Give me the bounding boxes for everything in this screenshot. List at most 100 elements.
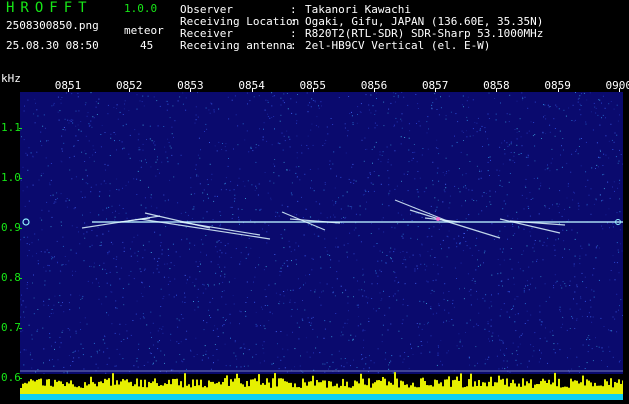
noise-level-bar [362, 379, 364, 394]
noise-level-bar [38, 379, 40, 394]
noise-level-bar [392, 385, 394, 394]
background-noise [20, 92, 623, 374]
noise-level-bar [414, 387, 416, 394]
noise-level-bar [74, 387, 76, 394]
noise-level-bar [258, 374, 260, 394]
noise-level-bar [370, 388, 372, 394]
noise-level-bar [202, 387, 204, 394]
frequency-tick-mark [19, 328, 22, 329]
noise-level-bar [120, 381, 122, 394]
noise-level-bar [224, 378, 226, 394]
noise-level-bar [144, 380, 146, 394]
noise-level-bar [182, 387, 184, 394]
noise-level-bar [510, 383, 512, 394]
noise-level-bar [302, 379, 304, 394]
info-label: Receiving antenna [180, 40, 293, 52]
noise-level-bar [178, 385, 180, 394]
noise-level-bar [176, 379, 178, 394]
meteor-echo [500, 219, 560, 233]
noise-level-bar [558, 379, 560, 394]
noise-level-bar [536, 384, 538, 394]
noise-level-bar [274, 373, 276, 394]
noise-level-bar [322, 380, 324, 394]
noise-level-bar [412, 383, 414, 394]
noise-level-bar [452, 380, 454, 394]
noise-level-bar [192, 379, 194, 394]
noise-level-bar [32, 380, 34, 394]
noise-level-bar [40, 379, 42, 394]
noise-level-bar [100, 381, 102, 394]
noise-level-bar [66, 382, 68, 394]
noise-level-bar [492, 386, 494, 394]
noise-level-bar [450, 387, 452, 394]
noise-level-bar [398, 387, 400, 394]
app-title: HROFFT [6, 0, 93, 16]
noise-level-bar [42, 385, 44, 394]
noise-level-bar [62, 384, 64, 394]
noise-level-bar [166, 384, 168, 394]
noise-level-bar [20, 388, 22, 394]
noise-level-bar [470, 374, 472, 394]
noise-level-bar [286, 382, 288, 394]
noise-level-bar [250, 380, 252, 394]
noise-level-bar [244, 387, 246, 394]
noise-level-bar [562, 387, 564, 394]
noise-level-bar [376, 380, 378, 394]
noise-level-bar [78, 386, 80, 394]
noise-level-bar [416, 387, 418, 394]
noise-level-bar [528, 383, 530, 394]
noise-level-bar [472, 387, 474, 394]
noise-level-bar [210, 382, 212, 394]
noise-level-bar [596, 386, 598, 394]
hrofft-window: HROFFT 1.0.0 2508300850.png 25.08.30 08:… [0, 0, 629, 400]
noise-level-bar [88, 384, 90, 394]
noise-level-bar [534, 385, 536, 394]
noise-level-bar [372, 383, 374, 394]
noise-level-bar [84, 382, 86, 394]
noise-level-bar [240, 383, 242, 394]
noise-level-bar [420, 378, 422, 394]
noise-level-bar [58, 381, 60, 394]
noise-level-bar [608, 385, 610, 394]
noise-level-bar [36, 380, 38, 394]
noise-level-bar [134, 384, 136, 394]
noise-level-bar [444, 380, 446, 394]
noise-level-bar [532, 388, 534, 394]
noise-level-bar [432, 387, 434, 394]
noise-level-bar [296, 387, 298, 394]
noise-level-bar [172, 379, 174, 394]
noise-level-bar [602, 386, 604, 394]
noise-level-bar [290, 383, 292, 394]
noise-level-bar [138, 386, 140, 394]
noise-level-bar [168, 380, 170, 394]
noise-level-bar [200, 380, 202, 394]
noise-level-bar [332, 386, 334, 394]
noise-level-bar [400, 381, 402, 394]
noise-level-bar [384, 379, 386, 394]
noise-level-bar [170, 384, 172, 394]
noise-level-bar [556, 386, 558, 394]
noise-level-bar [478, 380, 480, 394]
noise-level-bar [604, 379, 606, 394]
noise-level-bar [76, 387, 78, 394]
noise-level-bar [422, 378, 424, 394]
noise-level-bar [324, 381, 326, 394]
noise-level-bar [360, 374, 362, 394]
noise-level-bar [90, 377, 92, 394]
noise-level-bar [538, 384, 540, 394]
noise-level-bar [280, 378, 282, 394]
noise-level-bar [158, 386, 160, 394]
spectrogram-plot [20, 92, 623, 374]
noise-level-bar [574, 380, 576, 394]
noise-level-bar [338, 388, 340, 394]
noise-level-bar [434, 380, 436, 394]
noise-level-bar [148, 382, 150, 394]
noise-level-bar [154, 378, 156, 394]
app-version: 1.0.0 [124, 3, 157, 15]
noise-level-bar [102, 383, 104, 394]
noise-level-bar [52, 387, 54, 394]
noise-level-bar [476, 386, 478, 394]
noise-level-bar [94, 384, 96, 394]
noise-level-bar [234, 379, 236, 394]
noise-level-bar [194, 386, 196, 394]
